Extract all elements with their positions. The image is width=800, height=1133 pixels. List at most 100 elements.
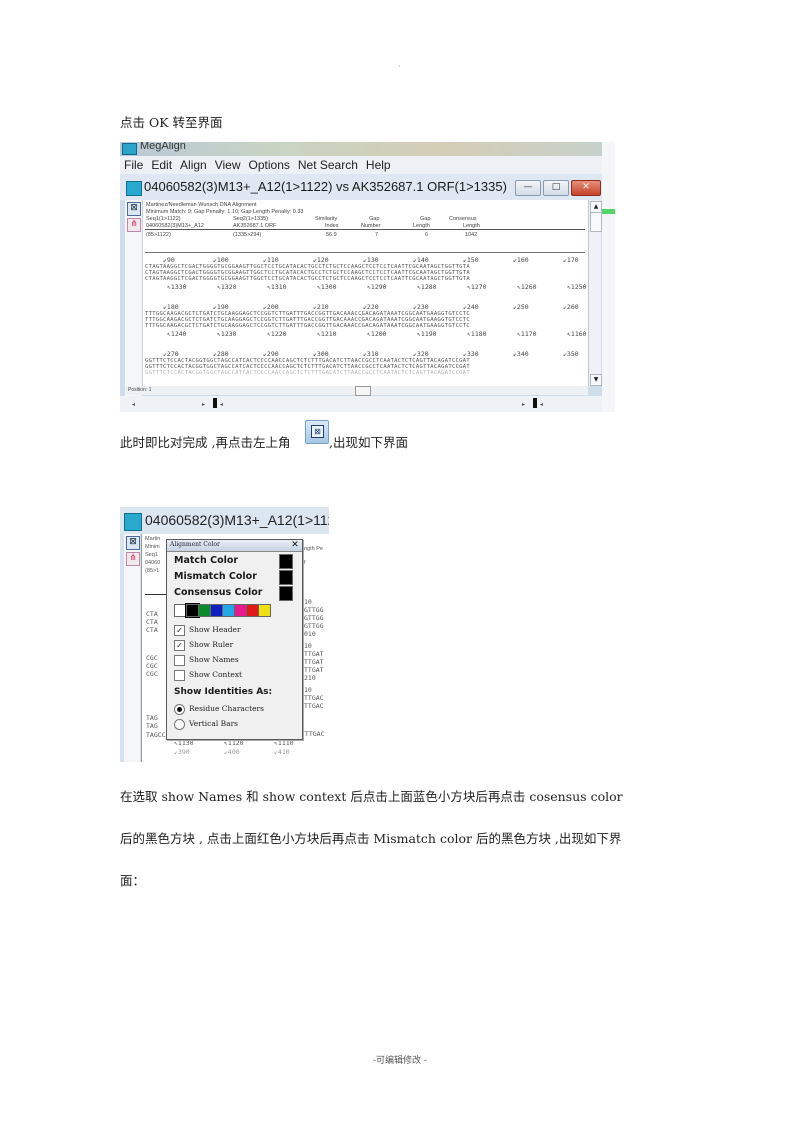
alignment-color-dialog: Alignment Color ✕ Match Color Mismatch C…: [166, 539, 303, 740]
menu-net-search[interactable]: Net Search: [294, 156, 362, 172]
sequence-navigator: ▸ ◂ ▸ ◂ ◂: [120, 396, 615, 412]
col-gapnum-top: Gap: [369, 216, 380, 222]
menu-help[interactable]: Help: [362, 156, 395, 172]
ruler-bottom-tick: ↖1290: [367, 283, 387, 291]
show-context-label: Show Context: [189, 670, 243, 679]
side-toolbar: ⊠ ⋔: [125, 200, 143, 396]
minimize-button[interactable]: —: [515, 180, 541, 196]
alignment-report: Martinez/Needleman Wunsch DNA Alignment …: [143, 200, 588, 386]
menu-edit[interactable]: Edit: [147, 156, 176, 172]
instruction-text-3b: 后的黑色方块 , 点击上面红色小方块后再点击 Mismatch color 后的…: [120, 831, 622, 846]
ruler-top-tick: ↙290: [263, 350, 279, 358]
background-ruler-tick: ↖1120: [224, 739, 244, 747]
tree-view-icon[interactable]: ⋔: [127, 218, 141, 232]
navigator-marker-left[interactable]: [213, 398, 217, 408]
scroll-thumb[interactable]: [590, 212, 602, 232]
ruler-bottom-tick: ↖1210: [317, 330, 337, 338]
show-context-checkbox[interactable]: [174, 670, 185, 681]
alignment-color-button[interactable]: ⊠: [127, 202, 141, 216]
ruler-top-tick: ↙180: [163, 303, 179, 311]
alignment-color-icon-inline: ⊠: [305, 420, 329, 444]
ruler-top-tick: ↙250: [513, 303, 529, 311]
background-header-text: 04060: [145, 560, 161, 566]
megalign-screenshot: MegAlign File Edit Align View Options Net Sea…: [120, 142, 615, 412]
background-sequence-fragment-right: 210: [304, 674, 316, 682]
palette-color-swatch[interactable]: [258, 604, 271, 617]
col-similarity-top: Similarity: [315, 216, 338, 222]
navigator-marker-right[interactable]: [533, 398, 537, 408]
navigator-arrow-left[interactable]: ▸: [202, 401, 205, 408]
horizontal-scroll-thumb[interactable]: [355, 386, 371, 396]
instruction-text-3a: 在选取 show Names 和 show context 后点击上面蓝色小方块…: [120, 789, 623, 804]
maximize-button[interactable]: □: [543, 180, 569, 196]
ruler-top-tick: ↙270: [163, 350, 179, 358]
ruler-bottom-tick: ↖1220: [267, 330, 287, 338]
ruler-top-tick: ↙190: [213, 303, 229, 311]
col-gaplen-value: 6: [425, 232, 429, 238]
menu-view[interactable]: View: [211, 156, 245, 172]
ruler-bottom-tick: ↖1270: [467, 283, 487, 291]
consensus-color-swatch[interactable]: [279, 586, 293, 601]
ruler-top-tick: ↙280: [213, 350, 229, 358]
navigator-arrow-right[interactable]: ◂: [220, 401, 223, 408]
background-header-text-right: ngth Pe: [304, 546, 323, 552]
header-divider: [145, 229, 585, 230]
col-seq1-value: (85>1122): [146, 232, 171, 238]
ruler-top-tick: ↙310: [363, 350, 379, 358]
col-seq1-top: Seq1(1>1122): [146, 216, 181, 222]
col-seq2-value: (1335>294): [233, 232, 262, 238]
alignment-color-button-2[interactable]: ⊠: [126, 536, 140, 550]
residue-characters-radio[interactable]: [174, 704, 185, 715]
vertical-bars-label: Vertical Bars: [189, 719, 239, 728]
background-ruler-tick: ↖1130: [174, 739, 194, 747]
menu-file[interactable]: File: [120, 156, 147, 172]
show-names-checkbox[interactable]: [174, 655, 185, 666]
ruler-bottom-tick: ↖1320: [217, 283, 237, 291]
ruler-bottom-tick: ↖1250: [567, 283, 587, 291]
background-sequence-fragment-right: 010: [304, 630, 316, 638]
megalign-app-icon: [122, 143, 137, 155]
background-header-text: Martin: [145, 536, 161, 542]
document-title-2: 04060582(3)M13+_A12(1>1122: [145, 512, 329, 528]
ruler-top-tick: ↙210: [313, 303, 329, 311]
show-header-checkbox[interactable]: ✓: [174, 625, 185, 636]
navigator-arrow-left-2[interactable]: ▸: [522, 401, 525, 408]
sequence-row: CTAGTAAGGCTCGACTGGGGTGCGGAAGTTGGCTCCTGCA…: [145, 276, 471, 282]
ruler-bottom-tick: ↖1330: [167, 283, 187, 291]
show-ruler-checkbox[interactable]: ✓: [174, 640, 185, 651]
instruction-text-2a: 此时即比对完成 ,再点击左上角: [120, 435, 291, 450]
navigator-start-arrow[interactable]: ◂: [132, 401, 135, 408]
scroll-down-arrow[interactable]: ▼: [590, 374, 602, 386]
background-sequence-fragment-right: 10: [304, 642, 312, 650]
tree-view-icon-2[interactable]: ⋔: [126, 552, 140, 566]
background-sequence-fragment-right: TTGAT: [304, 658, 324, 666]
ruler-bottom-tick: ↖1180: [467, 330, 487, 338]
menu-options[interactable]: Options: [245, 156, 294, 172]
ruler-top-tick: ↙150: [463, 256, 479, 264]
background-green-bar: [602, 209, 615, 214]
document-icon: [126, 181, 142, 196]
background-header-text: (85>1: [145, 568, 160, 574]
col-similarity-value: 56.9: [326, 232, 337, 238]
navigator-arrow-right-2[interactable]: ◂: [540, 401, 543, 408]
alignment-color-screenshot: 04060582(3)M13+_A12(1>1122 ⊠ ⋔ Martin Min…: [120, 507, 329, 762]
ruler-top-tick: ↙300: [313, 350, 329, 358]
menu-align[interactable]: Align: [176, 156, 211, 172]
dialog-close-button[interactable]: ✕: [290, 540, 300, 550]
background-sequence-fragment-right: TTGAC: [304, 702, 324, 710]
ruler-bottom-tick: ↖1230: [217, 330, 237, 338]
vertical-scrollbar[interactable]: ▲ ▼: [588, 200, 602, 386]
background-sequence-fragment-right: GTTGG: [304, 622, 324, 630]
vertical-bars-radio[interactable]: [174, 719, 185, 730]
mismatch-color-swatch[interactable]: [279, 570, 293, 585]
background-sequence-fragment-right: TTGAC: [304, 694, 324, 702]
ruler-top-tick: ↙110: [263, 256, 279, 264]
background-header-text: Minim: [145, 544, 160, 550]
background-sequence-fragment: CGC: [146, 670, 158, 678]
col-gapnum-value: 7: [375, 232, 379, 238]
background-sequence-fragment: CTA: [146, 618, 158, 626]
match-color-swatch[interactable]: [279, 554, 293, 569]
ruler-bottom-tick: ↖1190: [417, 330, 437, 338]
close-button[interactable]: ✕: [571, 180, 601, 196]
background-sequence-fragment-right: GTTGG: [304, 614, 324, 622]
